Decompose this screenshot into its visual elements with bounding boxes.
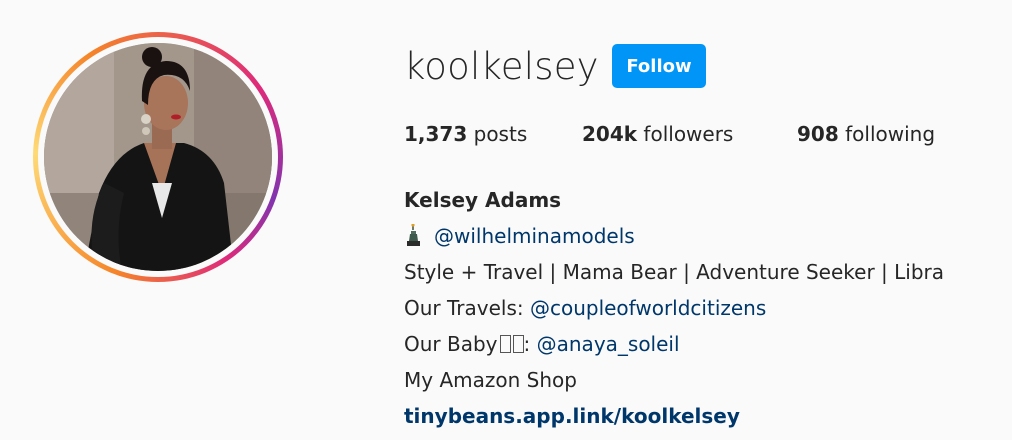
bio-tagline: Style + Travel | Mama Bear | Adventure S… <box>404 260 945 284</box>
agency-handle-link[interactable]: @wilhelminamodels <box>434 224 635 248</box>
travels-prefix: Our Travels: <box>404 296 530 320</box>
username: koolkelsey <box>404 45 599 88</box>
profile-photo-icon <box>44 43 272 271</box>
followers-label: followers <box>643 122 734 146</box>
follow-button[interactable]: Follow <box>612 44 706 88</box>
followers-stat[interactable]: 204k followers <box>582 120 797 148</box>
baby-prefix: Our Baby <box>404 332 498 356</box>
bio-travels-line: Our Travels: @coupleofworldcitizens <box>404 290 944 326</box>
posts-count: 1,373 <box>404 122 468 146</box>
following-count: 908 <box>797 122 839 146</box>
baby-suffix: : <box>523 332 537 356</box>
website-link[interactable]: tinybeans.app.link/koolkelsey <box>404 398 944 434</box>
following-label: following <box>845 122 936 146</box>
statue-of-liberty-icon <box>407 224 420 246</box>
following-stat[interactable]: 908 following <box>797 120 935 148</box>
avatar-gap <box>38 37 278 277</box>
avatar[interactable] <box>44 43 272 271</box>
missing-glyph-icon <box>512 335 524 353</box>
profile-stats: 1,373 posts 204k followers 908 following <box>404 120 935 148</box>
bio-baby-line: Our Baby: @anaya_soleil <box>404 326 944 362</box>
bio-shop-line: My Amazon Shop <box>404 368 577 392</box>
story-ring[interactable] <box>33 32 283 282</box>
profile-page: koolkelsey Follow 1,373 posts 204k follo… <box>0 0 1012 440</box>
baby-handle-link[interactable]: @anaya_soleil <box>537 332 680 356</box>
bio-agency-line: @wilhelminamodels <box>404 218 944 254</box>
posts-label: posts <box>473 122 528 146</box>
missing-glyph-icon <box>499 335 511 353</box>
full-name: Kelsey Adams <box>404 188 562 212</box>
travels-handle-link[interactable]: @coupleofworldcitizens <box>530 296 766 320</box>
posts-stat: 1,373 posts <box>404 120 582 148</box>
bio: Kelsey Adams @wilhelminamodels Style + T… <box>404 182 944 434</box>
followers-count: 204k <box>582 122 638 146</box>
